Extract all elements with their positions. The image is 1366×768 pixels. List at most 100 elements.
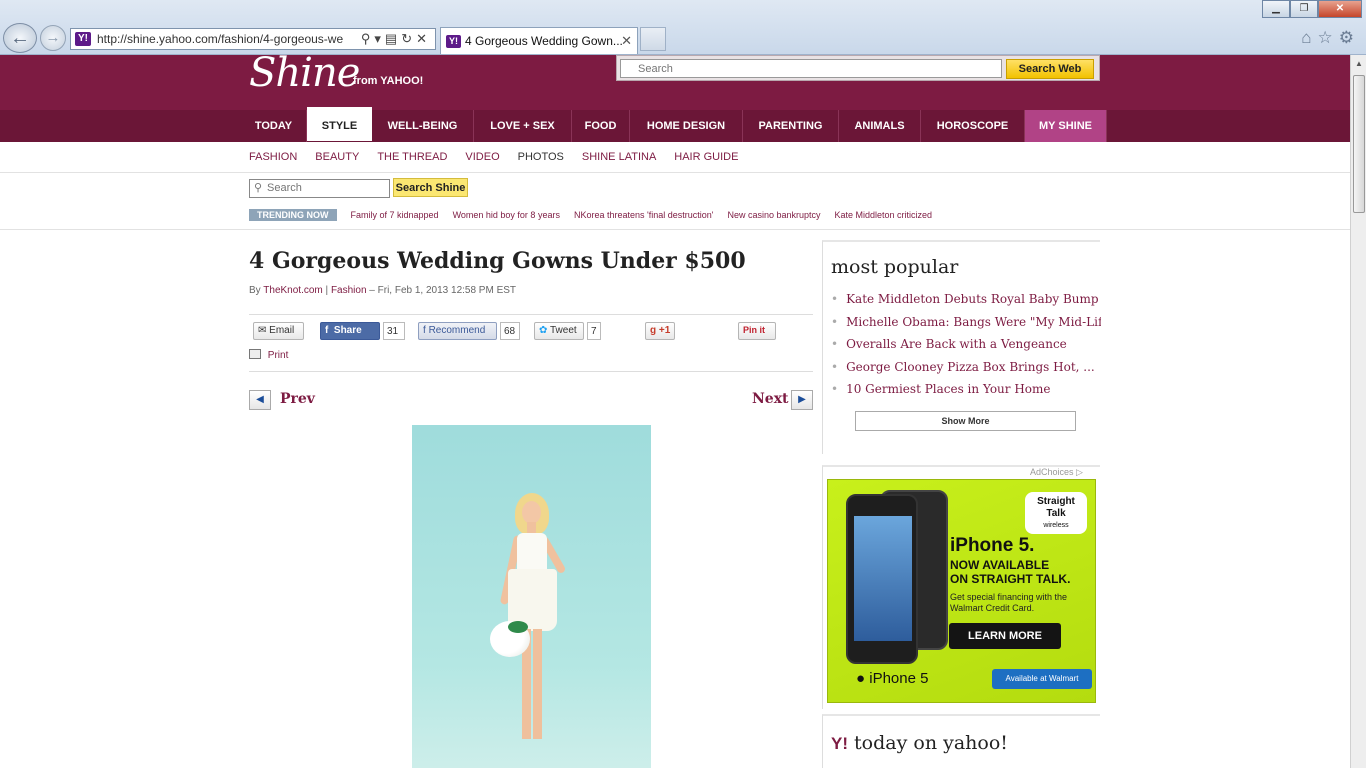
nav-my-shine[interactable]: MY SHINE xyxy=(1025,110,1107,142)
web-search-box: ⚲ Search Web xyxy=(616,55,1100,81)
forward-arrow-icon[interactable]: → xyxy=(40,25,66,51)
nav-food[interactable]: FOOD xyxy=(572,110,630,142)
nav-horoscope[interactable]: HOROSCOPE xyxy=(921,110,1025,142)
prev-link[interactable]: Prev xyxy=(280,391,315,407)
ad-line: NOW AVAILABLE xyxy=(950,558,1050,572)
nav-home-design[interactable]: HOME DESIGN xyxy=(630,110,743,142)
search-web-button[interactable]: Search Web xyxy=(1006,59,1094,79)
show-more-button[interactable]: Show More xyxy=(855,411,1076,431)
tweet-count: 7 xyxy=(587,322,601,340)
ad-product: ● iPhone 5 xyxy=(856,670,928,687)
prev-arrow-icon[interactable]: ◀ xyxy=(249,390,271,410)
ad-headline: iPhone 5. xyxy=(950,535,1035,556)
trending-bar: TRENDING NOW Family of 7 kidnapped Women… xyxy=(249,208,946,222)
trending-link[interactable]: NKorea threatens 'final destruction' xyxy=(574,210,714,220)
subnav-fashion[interactable]: FASHION xyxy=(249,151,297,165)
subnav-photos[interactable]: PHOTOS xyxy=(518,151,564,165)
url-text[interactable]: http://shine.yahoo.com/fashion/4-gorgeou… xyxy=(97,32,343,46)
facebook-share-button[interactable]: f Share xyxy=(320,322,380,340)
envelope-icon: ✉ xyxy=(258,325,267,336)
learn-more-button[interactable]: LEARN MORE xyxy=(949,623,1061,649)
search-icon: ⚲ xyxy=(254,182,263,194)
back-arrow-icon[interactable]: ← xyxy=(3,23,37,53)
popular-item[interactable]: 10 Germiest Places in Your Home xyxy=(831,382,1101,396)
subnav-hair-guide[interactable]: HAIR GUIDE xyxy=(674,151,738,165)
shine-logo[interactable]: Shine xyxy=(249,50,360,96)
author-link[interactable]: TheKnot.com xyxy=(263,285,322,296)
phone-image xyxy=(846,494,918,664)
pin-it-button[interactable]: Pin it xyxy=(738,322,776,340)
popular-item[interactable]: Kate Middleton Debuts Royal Baby Bump ..… xyxy=(831,292,1101,306)
main-navigation: TODAY STYLE WELL-BEING LOVE + SEX FOOD H… xyxy=(0,107,1350,142)
byline-separator: | xyxy=(325,285,329,296)
subnav-beauty[interactable]: BEAUTY xyxy=(315,151,359,165)
shine-search-input[interactable] xyxy=(249,178,390,198)
gown-photo[interactable] xyxy=(412,425,651,768)
divider xyxy=(249,314,813,315)
ad-availability: NOW AVAILABLE ON STRAIGHT TALK. xyxy=(950,558,1070,586)
adchoices-link[interactable]: AdChoices ▷ xyxy=(1030,467,1083,478)
article-title: 4 Gorgeous Wedding Gowns Under $500 xyxy=(249,248,746,274)
byline-prefix: By xyxy=(249,285,261,296)
ad-line: ON STRAIGHT TALK. xyxy=(950,572,1071,586)
scroll-thumb[interactable] xyxy=(1353,75,1365,213)
adchoices-label: AdChoices xyxy=(1030,467,1074,477)
popular-item[interactable]: George Clooney Pizza Box Brings Hot, ... xyxy=(831,360,1101,374)
tab-close-icon[interactable]: ✕ xyxy=(621,33,632,49)
nav-today[interactable]: TODAY xyxy=(241,110,307,142)
subnav-shine-latina[interactable]: SHINE LATINA xyxy=(582,151,656,165)
window-controls: ▁ ❐ ✕ xyxy=(1262,0,1362,18)
nav-style[interactable]: STYLE xyxy=(307,107,372,141)
facebook-icon: f xyxy=(325,325,329,336)
iphone-ad[interactable]: Straight Talk wireless iPhone 5. NOW AVA… xyxy=(827,479,1096,703)
scroll-up-icon[interactable]: ▲ xyxy=(1351,55,1366,72)
nav-parenting[interactable]: PARENTING xyxy=(743,110,839,142)
next-arrow-icon[interactable]: ▶ xyxy=(791,390,813,410)
yahoo-favicon-icon: Y! xyxy=(446,35,461,48)
subnav-video[interactable]: VIDEO xyxy=(465,151,499,165)
printer-icon xyxy=(249,349,261,359)
walmart-badge: Available at Walmart xyxy=(992,669,1092,689)
sub-navigation: FASHION BEAUTY THE THREAD VIDEO PHOTOS S… xyxy=(249,151,756,165)
search-shine-button[interactable]: Search Shine xyxy=(393,178,468,197)
nav-well-being[interactable]: WELL-BEING xyxy=(372,110,474,142)
maximize-button[interactable]: ❐ xyxy=(1290,0,1318,18)
popular-item[interactable]: Overalls Are Back with a Vengeance xyxy=(831,337,1101,351)
fb-recommend-label: Recommend xyxy=(428,325,486,336)
trending-link[interactable]: Women hid boy for 8 years xyxy=(453,210,560,220)
article-date: – Fri, Feb 1, 2013 12:58 PM EST xyxy=(369,285,517,296)
divider xyxy=(0,229,1350,230)
minimize-button[interactable]: ▁ xyxy=(1262,0,1290,18)
address-actions-icon[interactable]: ⚲▾▤↻✕ xyxy=(361,31,431,47)
tweet-button[interactable]: ✿ Tweet xyxy=(534,322,584,340)
tab-current[interactable]: Y! 4 Gorgeous Wedding Gown... ✕ xyxy=(440,27,638,54)
nav-love-sex[interactable]: LOVE + SEX xyxy=(474,110,572,142)
trending-link[interactable]: New casino bankruptcy xyxy=(727,210,820,220)
divider xyxy=(249,371,813,372)
photo-face xyxy=(522,501,541,524)
facebook-recommend-button[interactable]: f Recommend xyxy=(418,322,497,340)
popular-item[interactable]: Michelle Obama: Bangs Were "My Mid-Life … xyxy=(831,315,1101,329)
next-link[interactable]: Next xyxy=(752,391,789,407)
trending-link[interactable]: Kate Middleton criticized xyxy=(835,210,933,220)
email-button[interactable]: ✉ Email xyxy=(253,322,304,340)
close-window-button[interactable]: ✕ xyxy=(1318,0,1362,18)
brand-line: wireless xyxy=(1043,522,1069,529)
phone-screen xyxy=(854,516,912,641)
nav-animals[interactable]: ANIMALS xyxy=(839,110,921,142)
google-plus-button[interactable]: g +1 xyxy=(645,322,675,340)
new-tab-button[interactable] xyxy=(640,27,666,51)
trending-link[interactable]: Family of 7 kidnapped xyxy=(351,210,439,220)
home-favorites-tools-icon[interactable]: ⌂☆⚙ xyxy=(1301,28,1360,48)
tab-title: 4 Gorgeous Wedding Gown... xyxy=(465,34,623,48)
fb-recommend-count: 68 xyxy=(500,322,520,340)
brand-line: Straight xyxy=(1037,496,1075,507)
straight-talk-logo: Straight Talk wireless xyxy=(1025,492,1087,534)
web-search-input[interactable] xyxy=(620,59,1002,78)
photo-dress-bodice xyxy=(517,533,547,571)
address-bar[interactable]: Y! http://shine.yahoo.com/fashion/4-gorg… xyxy=(70,28,436,50)
category-link[interactable]: Fashion xyxy=(331,285,367,296)
print-link[interactable]: Print xyxy=(249,349,288,361)
scrollbar[interactable]: ▲ xyxy=(1350,55,1366,768)
subnav-the-thread[interactable]: THE THREAD xyxy=(377,151,447,165)
